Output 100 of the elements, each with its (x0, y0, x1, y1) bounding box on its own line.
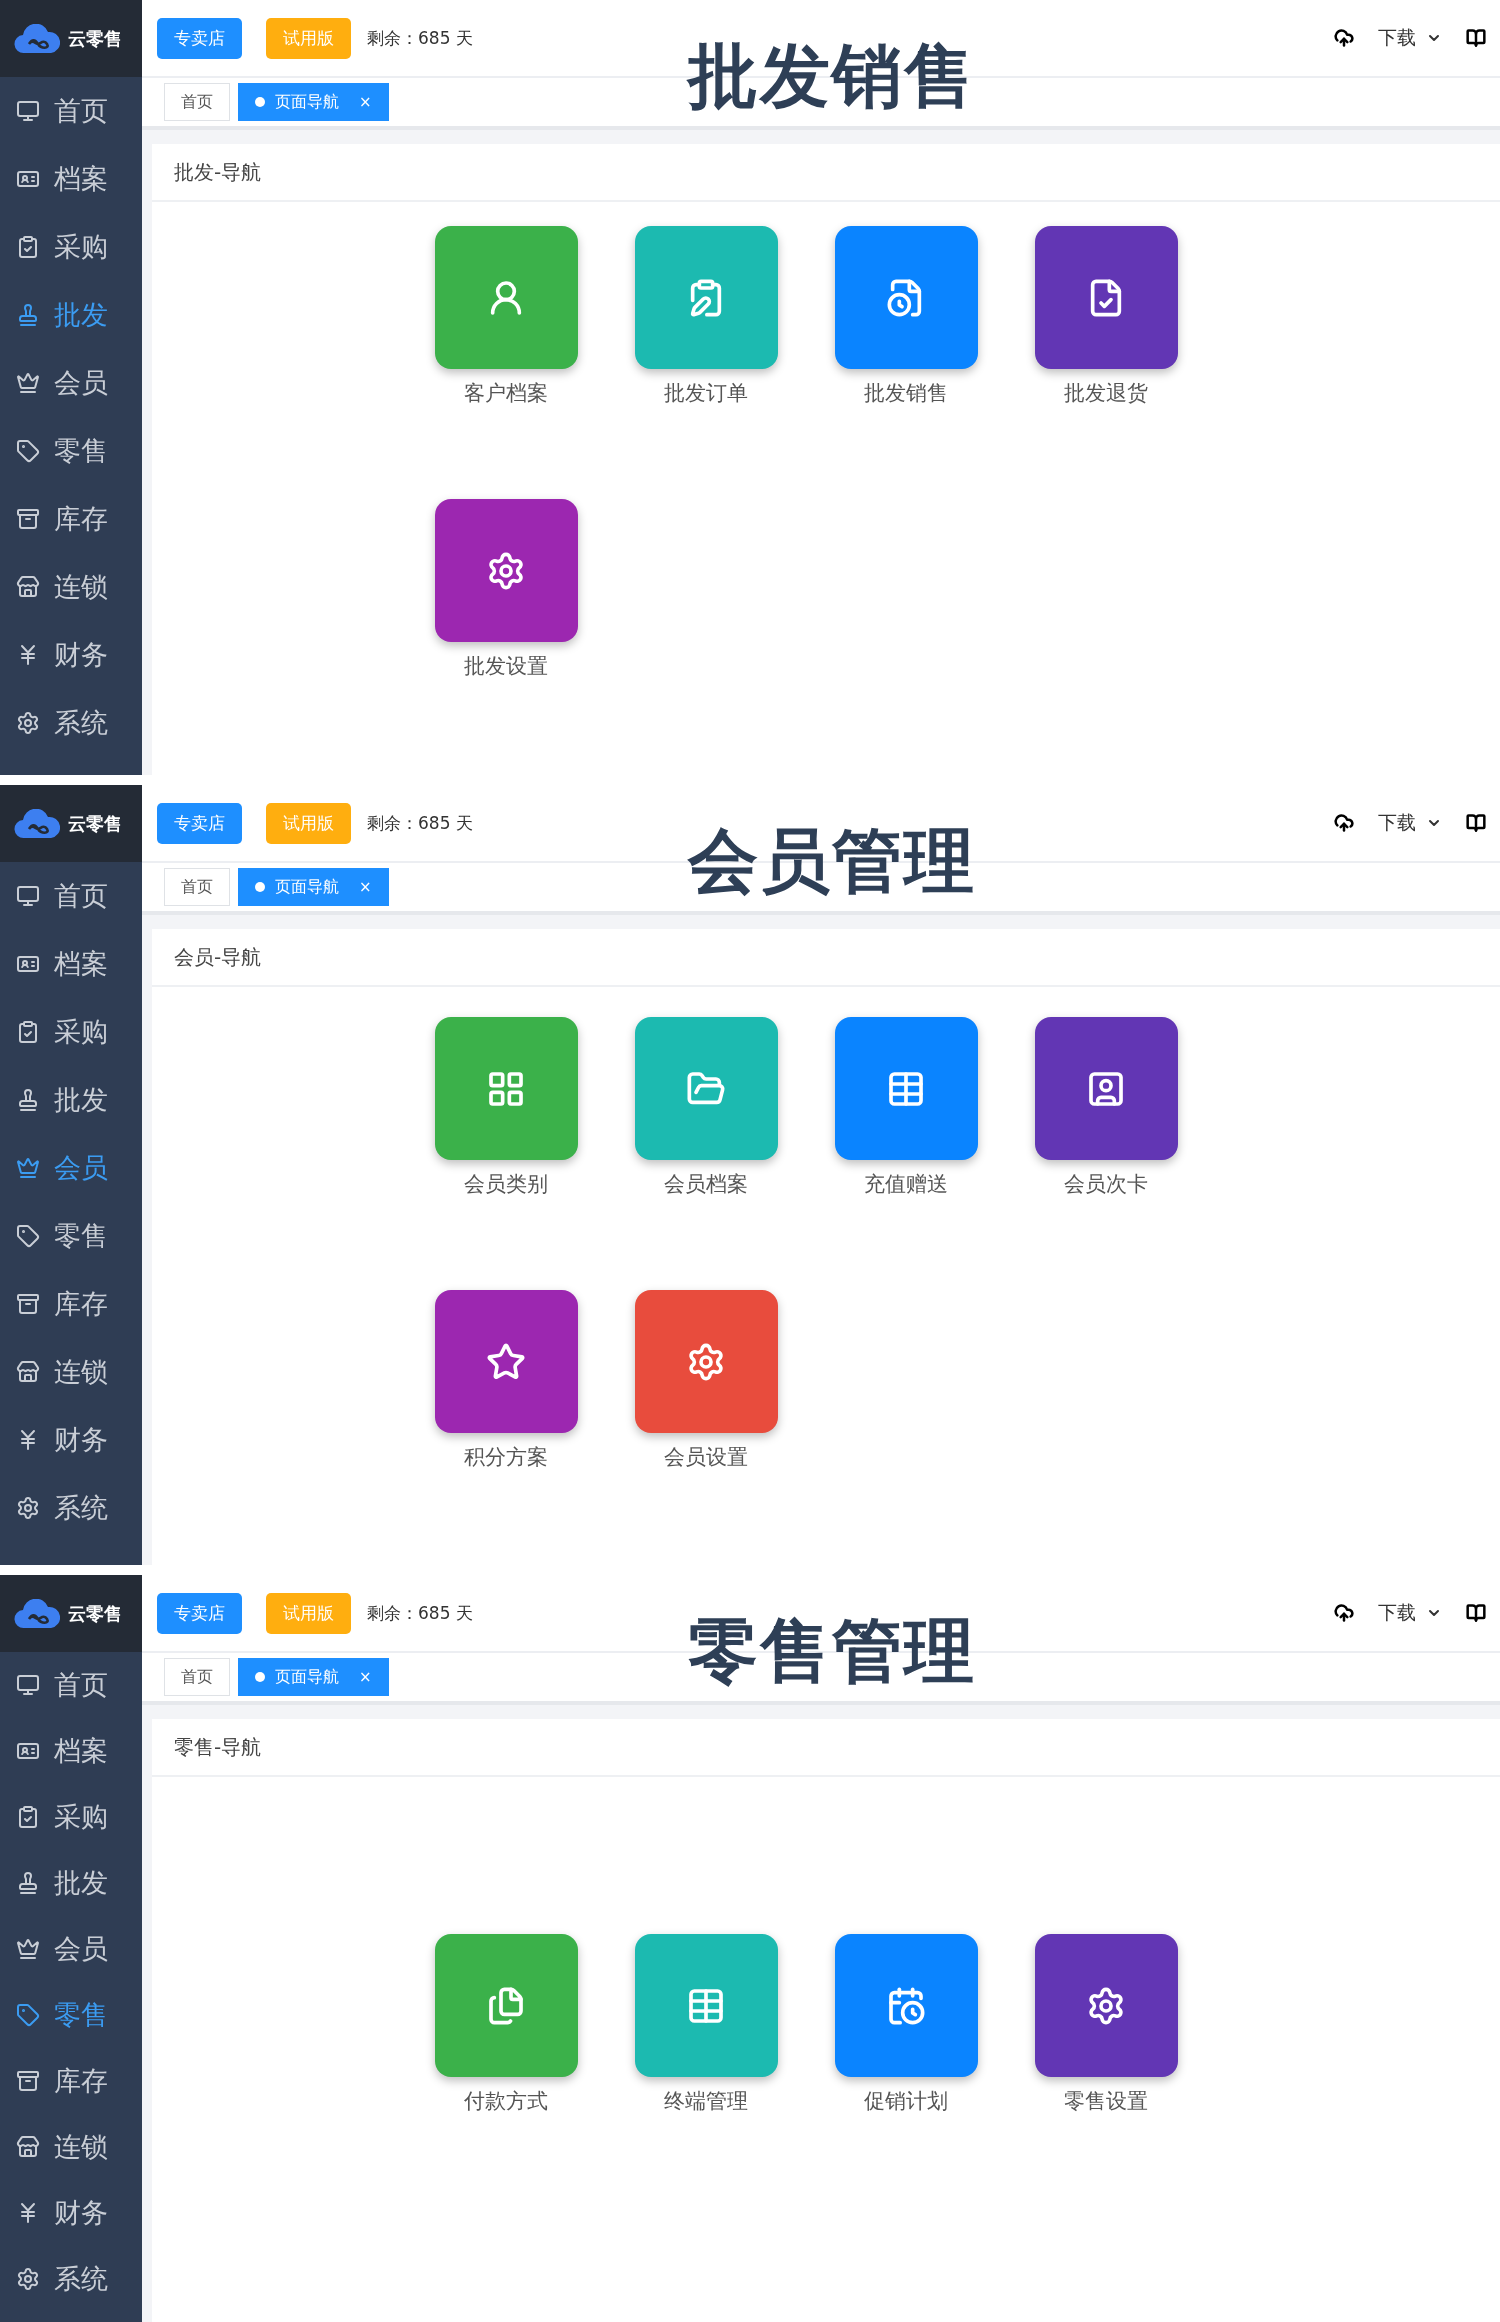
page-tab[interactable]: 首页 (164, 1658, 230, 1696)
sidebar-item[interactable]: 零售 (0, 1982, 142, 2048)
page-tab[interactable]: 首页 (164, 83, 230, 121)
sidebar-item[interactable]: 连锁 (0, 2114, 142, 2180)
active-dot-icon (255, 882, 265, 892)
sidebar-item[interactable]: 首页 (0, 862, 142, 930)
edition-badge: 试用版 (266, 1592, 351, 1634)
cloud-upload-icon[interactable] (1334, 1603, 1354, 1623)
remaining-days: 剩余：685 天 (367, 811, 473, 835)
stamp-icon (16, 303, 40, 327)
active-dot-icon (255, 1672, 265, 1682)
nav-tile[interactable] (434, 1934, 578, 2077)
nav-tile[interactable] (434, 1290, 578, 1433)
sidebar-item[interactable]: 批发 (0, 1066, 142, 1134)
download-menu[interactable]: 下载 (1378, 1600, 1442, 1626)
tile-label: 零售设置 (1064, 2088, 1148, 2115)
sidebar-item[interactable]: 档案 (0, 1718, 142, 1784)
clipboard-check-icon (16, 1020, 40, 1044)
nav-tile[interactable] (434, 499, 578, 642)
sidebar-item[interactable]: 系统 (0, 1474, 142, 1542)
section-title: 会员-导航 (174, 943, 262, 971)
monitor-icon (16, 99, 40, 123)
sidebar-item[interactable]: 库存 (0, 1270, 142, 1338)
tile-label: 促销计划 (864, 2088, 948, 2115)
archive-icon (16, 1292, 40, 1316)
sidebar-item[interactable]: 财务 (0, 621, 142, 689)
sidebar-item[interactable]: 采购 (0, 213, 142, 281)
edition-badge: 试用版 (266, 802, 351, 844)
nav-tile[interactable] (1034, 1017, 1178, 1160)
store-icon (16, 2135, 40, 2159)
tile-label: 批发退货 (1064, 380, 1148, 407)
page-tab[interactable]: 首页 (164, 868, 230, 906)
overlay-title: 批发销售 (688, 34, 976, 119)
star-icon (486, 1341, 526, 1382)
book-icon[interactable] (1466, 28, 1486, 48)
sidebar-item[interactable]: 连锁 (0, 553, 142, 621)
crown-icon (16, 371, 40, 395)
book-icon[interactable] (1466, 813, 1486, 833)
sidebar-item[interactable]: 库存 (0, 2048, 142, 2114)
sidebar-item[interactable]: 批发 (0, 1850, 142, 1916)
download-menu[interactable]: 下载 (1378, 810, 1442, 836)
cloud-upload-icon[interactable] (1334, 813, 1354, 833)
nav-tile[interactable] (634, 1934, 778, 2077)
tile-label: 批发设置 (464, 653, 548, 680)
edition-badge: 专卖店 (157, 1592, 242, 1634)
archive-icon (16, 507, 40, 531)
nav-tile[interactable] (634, 1290, 778, 1433)
sidebar-item[interactable]: 采购 (0, 1784, 142, 1850)
sidebar-item[interactable]: 财务 (0, 1406, 142, 1474)
sidebar-item[interactable]: 系统 (0, 689, 142, 757)
tile-label: 充值赠送 (864, 1171, 948, 1198)
book-icon[interactable] (1466, 1603, 1486, 1623)
nav-tile[interactable] (834, 226, 978, 369)
sidebar-item[interactable]: 采购 (0, 998, 142, 1066)
nav-tile[interactable] (1034, 1934, 1178, 2077)
nav-tile[interactable] (634, 226, 778, 369)
edition-badge: 专卖店 (157, 802, 242, 844)
monitor-icon (16, 1673, 40, 1697)
sidebar-item[interactable]: 会员 (0, 349, 142, 417)
monitor-icon (16, 884, 40, 908)
section-title: 零售-导航 (174, 1733, 262, 1761)
download-menu[interactable]: 下载 (1378, 25, 1442, 51)
sidebar-item[interactable]: 会员 (0, 1916, 142, 1982)
sidebar-item[interactable]: 系统 (0, 2246, 142, 2312)
logo-text: 云零售 (68, 1601, 122, 1626)
tile-label: 付款方式 (464, 2088, 548, 2115)
sidebar-item[interactable]: 首页 (0, 77, 142, 145)
tile-label: 会员设置 (664, 1444, 748, 1471)
nav-tile[interactable] (634, 1017, 778, 1160)
sidebar-item[interactable]: 财务 (0, 2180, 142, 2246)
sidebar-item[interactable]: 档案 (0, 930, 142, 998)
nav-tile[interactable] (834, 1017, 978, 1160)
sidebar-item[interactable]: 连锁 (0, 1338, 142, 1406)
nav-tile[interactable] (434, 226, 578, 369)
active-dot-icon (255, 97, 265, 107)
sidebar-item[interactable]: 库存 (0, 485, 142, 553)
tile-label: 客户档案 (464, 380, 548, 407)
calendar-clock-icon (886, 1985, 926, 2026)
remaining-days: 剩余：685 天 (367, 1601, 473, 1625)
nav-tile[interactable] (434, 1017, 578, 1160)
logo-text: 云零售 (68, 811, 122, 836)
sidebar-item[interactable]: 会员 (0, 1134, 142, 1202)
sidebar-item[interactable]: 批发 (0, 281, 142, 349)
tile-label: 会员次卡 (1064, 1171, 1148, 1198)
sidebar-item[interactable]: 档案 (0, 145, 142, 213)
files-icon (486, 1985, 526, 2026)
tag-icon (16, 2003, 40, 2027)
tile-label: 会员档案 (664, 1171, 748, 1198)
sidebar-item[interactable]: 首页 (0, 1652, 142, 1718)
settings-icon (16, 2267, 40, 2291)
stamp-icon (16, 1871, 40, 1895)
tile-label: 批发订单 (664, 380, 748, 407)
store-icon (16, 1360, 40, 1384)
stamp-icon (16, 1088, 40, 1112)
tag-icon (16, 1224, 40, 1248)
nav-tile[interactable] (834, 1934, 978, 2077)
sidebar-item[interactable]: 零售 (0, 417, 142, 485)
sidebar-item[interactable]: 零售 (0, 1202, 142, 1270)
cloud-upload-icon[interactable] (1334, 28, 1354, 48)
nav-tile[interactable] (1034, 226, 1178, 369)
